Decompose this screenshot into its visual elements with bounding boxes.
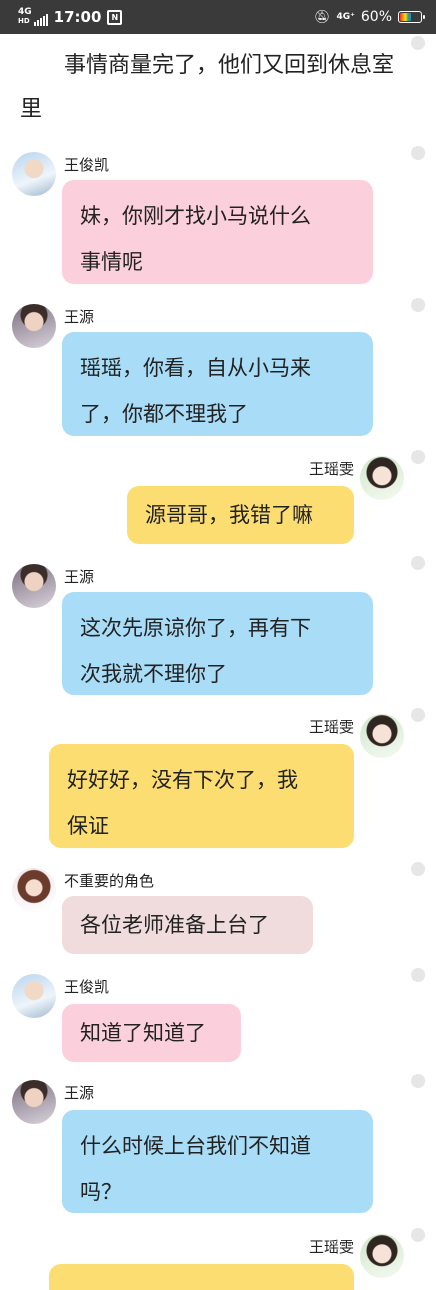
message-bubble[interactable]: 源哥哥，我错了嘛 bbox=[127, 486, 354, 544]
message-line: 各位老师准备上台了 bbox=[80, 913, 269, 937]
message-line: 瑶瑶，你看，自从小马来 bbox=[80, 356, 311, 380]
message-line: 吗？ bbox=[80, 1180, 122, 1204]
narration-text: 事情商量完了，他们又回到休息室里 bbox=[20, 53, 395, 122]
speaker-name: 不重要的角色 bbox=[64, 872, 155, 890]
message-select-dot[interactable] bbox=[411, 968, 425, 982]
avatar bbox=[12, 304, 56, 348]
narration-select-dot[interactable] bbox=[411, 36, 425, 50]
mute-icon: 🔕︎ bbox=[313, 9, 331, 25]
speaker-name: 王俊凯 bbox=[64, 978, 110, 996]
network-4g-hd-icon: 4G HD bbox=[18, 8, 48, 26]
message-select-dot[interactable] bbox=[411, 556, 425, 570]
message-line: 妹，你刚才找小马说什么 bbox=[80, 204, 311, 228]
message-line: 次我就不理你了 bbox=[80, 662, 227, 686]
message-line: 了，你都不理我了 bbox=[80, 402, 248, 426]
battery-percent: 60% bbox=[360, 9, 392, 25]
avatar bbox=[12, 152, 56, 196]
message-select-dot[interactable] bbox=[411, 1228, 425, 1242]
message-select-dot[interactable] bbox=[411, 146, 425, 160]
status-time: 17:00 bbox=[53, 8, 102, 26]
message-line: 事情呢 bbox=[80, 250, 143, 274]
message-line: 好好好，没有下次了，我 bbox=[67, 768, 298, 792]
message-bubble[interactable]: 知道了知道了 bbox=[62, 1004, 241, 1062]
avatar bbox=[12, 1080, 56, 1124]
avatar bbox=[360, 1234, 404, 1278]
notification-badge-icon: N bbox=[107, 9, 123, 25]
speaker-name: 王源 bbox=[64, 568, 95, 586]
speaker-name: 王源 bbox=[64, 1084, 95, 1102]
signal-strength-icon bbox=[33, 14, 48, 26]
message-select-dot[interactable] bbox=[411, 708, 425, 722]
avatar bbox=[12, 974, 56, 1018]
message-line: 什么时候上台我们不知道 bbox=[80, 1134, 311, 1158]
message-line: 保证 bbox=[67, 814, 109, 838]
status-bar: 4G HD 17:00 N 🔕︎ 4G⁺ 60% bbox=[0, 0, 436, 34]
message-bubble[interactable]: 什么时候上台我们不知道 吗？ bbox=[62, 1110, 373, 1213]
message-line: 源哥哥，我错了嘛 bbox=[145, 503, 313, 527]
speaker-name: 王俊凯 bbox=[64, 156, 110, 174]
message-select-dot[interactable] bbox=[411, 1074, 425, 1088]
speaker-name: 王瑶雯 bbox=[308, 718, 354, 736]
network-left-label: 4G bbox=[18, 7, 32, 17]
message-line: 这次先原谅你了，再有下 bbox=[80, 616, 311, 640]
message-select-dot[interactable] bbox=[411, 450, 425, 464]
network-right-icon: 4G⁺ bbox=[336, 11, 355, 22]
message-bubble[interactable]: 这次先原谅你了，再有下 次我就不理你了 bbox=[62, 592, 373, 695]
message-bubble[interactable]: 瑶瑶，你看，自从小马来 了，你都不理我了 bbox=[62, 332, 373, 436]
speaker-name: 王源 bbox=[64, 308, 95, 326]
message-bubble[interactable] bbox=[49, 1264, 354, 1290]
speaker-name: 王瑶雯 bbox=[308, 1238, 354, 1256]
speaker-name: 王瑶雯 bbox=[308, 460, 354, 478]
message-bubble[interactable]: 妹，你刚才找小马说什么 事情呢 bbox=[62, 180, 373, 284]
message-select-dot[interactable] bbox=[411, 862, 425, 876]
avatar bbox=[12, 564, 56, 608]
battery-icon bbox=[398, 11, 425, 23]
message-bubble[interactable]: 好好好，没有下次了，我 保证 bbox=[49, 744, 354, 848]
message-line: 知道了知道了 bbox=[80, 1021, 206, 1045]
network-left-hd-label: HD bbox=[18, 17, 30, 25]
avatar bbox=[360, 714, 404, 758]
avatar bbox=[12, 868, 56, 912]
avatar bbox=[360, 456, 404, 500]
message-bubble[interactable]: 各位老师准备上台了 bbox=[62, 896, 313, 954]
message-select-dot[interactable] bbox=[411, 298, 425, 312]
battery-fill bbox=[400, 13, 411, 21]
